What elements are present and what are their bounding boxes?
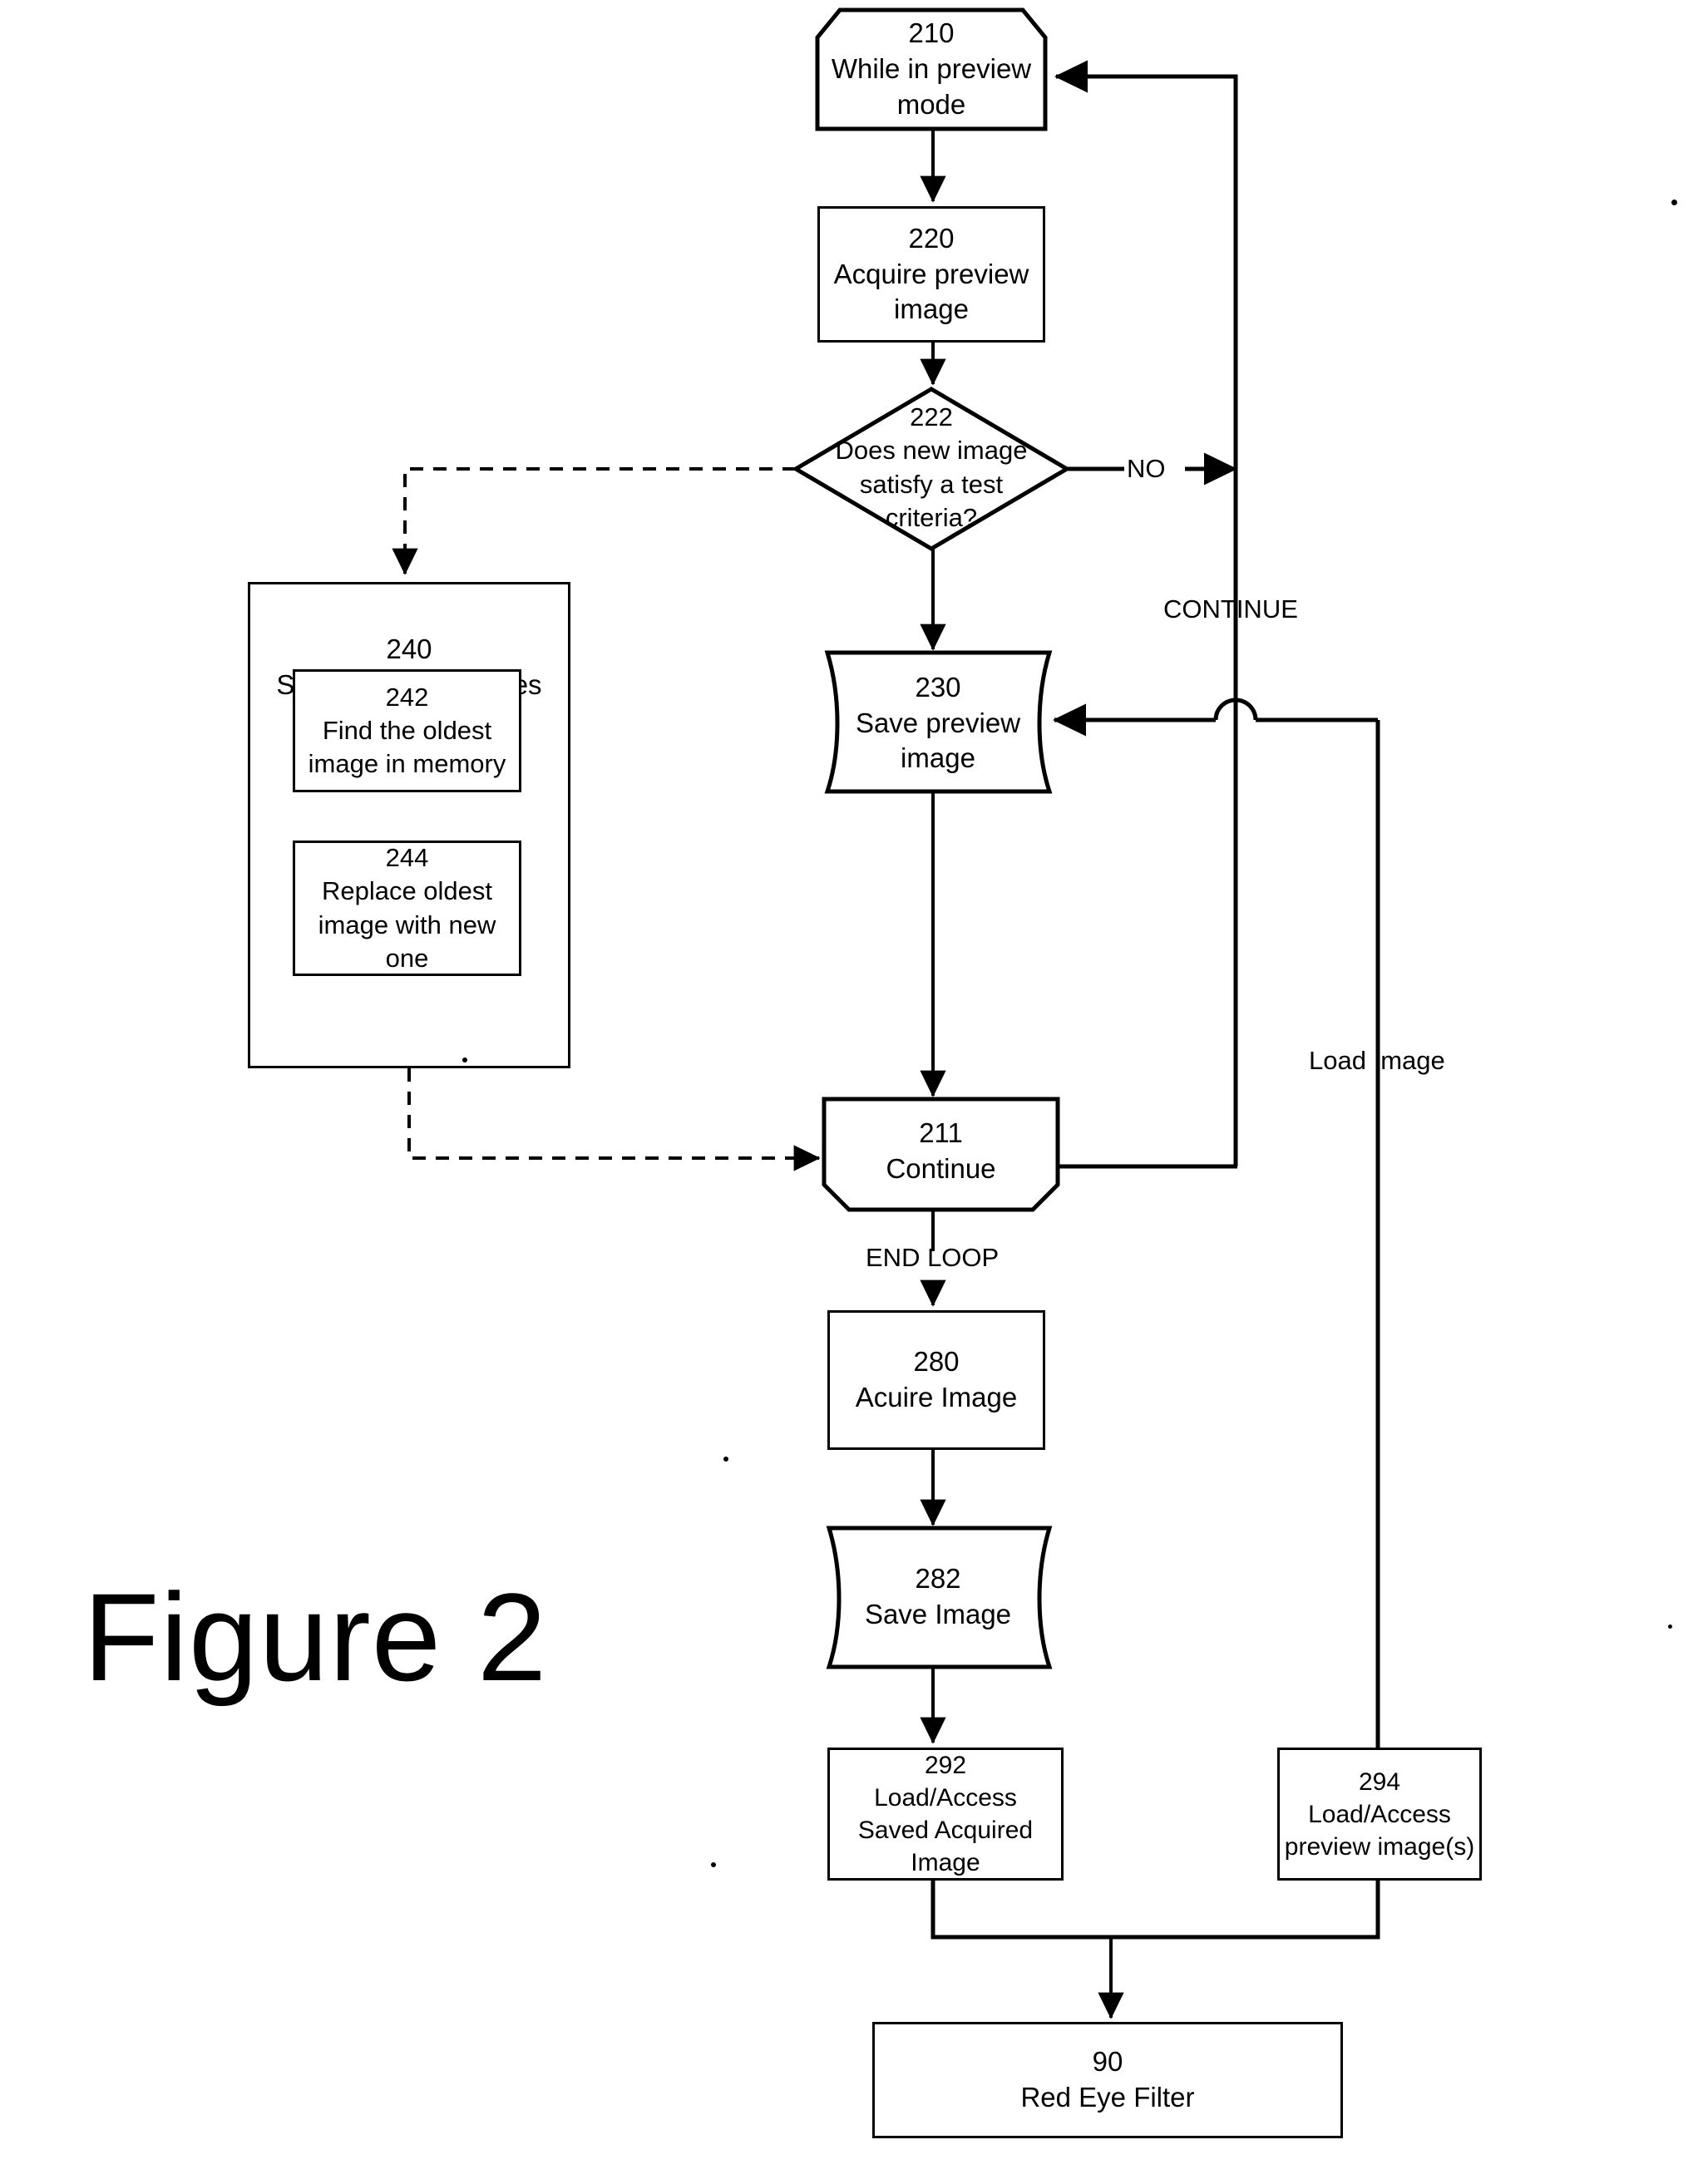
node-244-label: Replace oldest image with new one — [318, 876, 496, 973]
figure-caption: Figure 2 — [83, 1567, 548, 1707]
node-240-group[interactable]: 240 Save Preview Images 242 Find the old… — [248, 582, 570, 1068]
node-242[interactable]: 242 Find the oldest image in memory — [293, 669, 521, 792]
node-90-number: 90 — [1092, 2046, 1123, 2078]
node-230-number: 230 — [915, 671, 961, 703]
node-282-label: Save Image — [864, 1599, 1012, 1629]
node-210[interactable]: 210 While in preview mode — [817, 10, 1045, 129]
edge-label-continue: CONTINUE — [1163, 594, 1298, 624]
node-211-label: Continue — [886, 1153, 996, 1184]
edge-label-end-loop: END LOOP — [866, 1243, 1000, 1272]
node-282[interactable]: 282 Save Image — [832, 1534, 1044, 1660]
node-294-number: 294 — [1358, 1767, 1401, 1796]
node-294[interactable]: 294 Load/Access preview image(s) — [1277, 1748, 1482, 1881]
scan-speck — [1668, 1624, 1672, 1629]
node-240-number: 240 — [386, 633, 432, 664]
node-222-number: 222 — [910, 402, 953, 431]
node-210-label: While in preview mode — [831, 53, 1032, 120]
node-90-label: Red Eye Filter — [1020, 2082, 1195, 2113]
node-230[interactable]: 230 Save preview image — [832, 657, 1044, 790]
node-220-number: 220 — [908, 222, 955, 254]
node-222[interactable]: 222 Does new image satisfy a test criter… — [796, 395, 1067, 540]
node-211[interactable]: 211 Continue — [824, 1102, 1058, 1201]
node-244[interactable]: 244 Replace oldest image with new one — [293, 841, 521, 976]
node-90[interactable]: 90 Red Eye Filter — [872, 2022, 1343, 2138]
node-292[interactable]: 292 Load/Access Saved Acquired Image — [827, 1748, 1064, 1881]
node-292-label: Load/Access Saved Acquired Image — [857, 1784, 1034, 1876]
figure-page: 210 While in preview mode 220 Acquire pr… — [0, 0, 1703, 2184]
node-244-number: 244 — [385, 842, 429, 872]
node-211-number: 211 — [919, 1117, 963, 1149]
node-230-label: Save preview image — [855, 707, 1021, 774]
node-280-label: Acuire Image — [855, 1382, 1018, 1412]
scan-speck — [1671, 200, 1677, 205]
node-220[interactable]: 220 Acquire preview image — [817, 206, 1045, 343]
edge-222-240-dashed — [392, 467, 796, 575]
edge-294-merge — [1111, 1881, 1380, 1940]
node-280[interactable]: 280 Acuire Image — [827, 1310, 1045, 1450]
edge-label-no: NO — [1127, 454, 1166, 483]
edge-label-load-image: Load Image — [1309, 1046, 1445, 1075]
edge-292-merge — [930, 1881, 1111, 1940]
node-294-label: Load/Access preview image(s) — [1284, 1800, 1475, 1861]
scan-speck — [462, 1057, 467, 1062]
scan-speck — [711, 1862, 716, 1867]
node-242-label: Find the oldest image in memory — [308, 715, 506, 779]
node-280-number: 280 — [913, 1346, 960, 1378]
node-220-label: Acquire preview image — [833, 258, 1029, 325]
node-282-number: 282 — [915, 1563, 961, 1595]
node-292-number: 292 — [924, 1752, 967, 1779]
scan-speck — [723, 1457, 728, 1462]
node-222-label: Does new image satisfy a test criteria? — [835, 436, 1028, 532]
edge-240-211-dashed — [407, 1068, 821, 1171]
edge-loadimage-hop — [1213, 698, 1258, 721]
node-210-number: 210 — [908, 17, 955, 49]
node-242-number: 242 — [385, 682, 429, 712]
